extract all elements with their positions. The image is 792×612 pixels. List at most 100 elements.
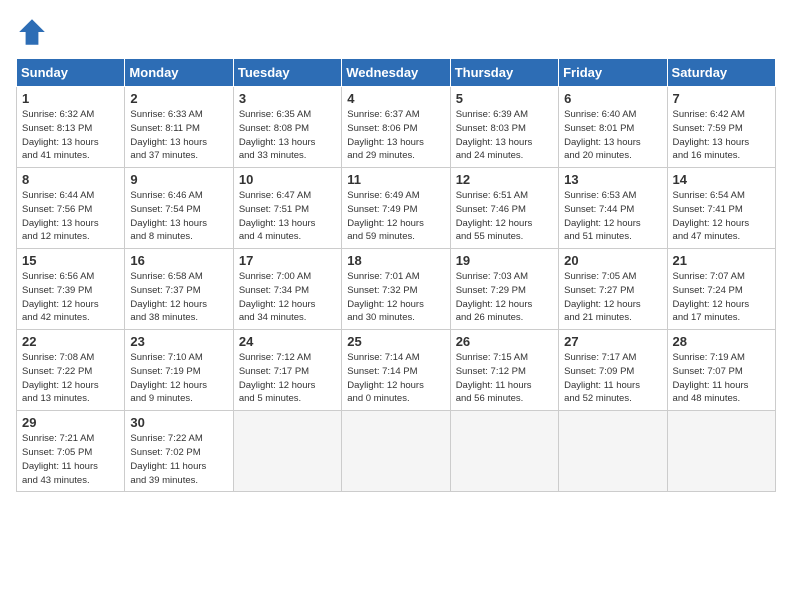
day-number: 7 [673, 91, 770, 106]
calendar-cell: 1 Sunrise: 6:32 AMSunset: 8:13 PMDaylight… [17, 87, 125, 168]
day-number: 20 [564, 253, 661, 268]
weekday-header: Sunday [17, 59, 125, 87]
cell-text: Sunrise: 6:40 AMSunset: 8:01 PMDaylight:… [564, 108, 661, 163]
calendar-cell: 27 Sunrise: 7:17 AMSunset: 7:09 PMDayligh… [559, 330, 667, 411]
day-number: 19 [456, 253, 553, 268]
calendar-cell: 10 Sunrise: 6:47 AMSunset: 7:51 PMDayligh… [233, 168, 341, 249]
calendar-cell [450, 411, 558, 492]
day-number: 30 [130, 415, 227, 430]
day-number: 4 [347, 91, 444, 106]
calendar-cell: 15 Sunrise: 6:56 AMSunset: 7:39 PMDayligh… [17, 249, 125, 330]
weekday-header: Thursday [450, 59, 558, 87]
calendar-cell: 25 Sunrise: 7:14 AMSunset: 7:14 PMDayligh… [342, 330, 450, 411]
cell-text: Sunrise: 6:44 AMSunset: 7:56 PMDaylight:… [22, 189, 119, 244]
weekday-header: Monday [125, 59, 233, 87]
calendar-cell: 30 Sunrise: 7:22 AMSunset: 7:02 PMDayligh… [125, 411, 233, 492]
cell-text: Sunrise: 6:35 AMSunset: 8:08 PMDaylight:… [239, 108, 336, 163]
calendar-cell [233, 411, 341, 492]
weekday-header: Friday [559, 59, 667, 87]
day-number: 18 [347, 253, 444, 268]
cell-text: Sunrise: 7:10 AMSunset: 7:19 PMDaylight:… [130, 351, 227, 406]
calendar-cell: 9 Sunrise: 6:46 AMSunset: 7:54 PMDaylight… [125, 168, 233, 249]
cell-text: Sunrise: 6:53 AMSunset: 7:44 PMDaylight:… [564, 189, 661, 244]
cell-text: Sunrise: 7:19 AMSunset: 7:07 PMDaylight:… [673, 351, 770, 406]
cell-text: Sunrise: 6:56 AMSunset: 7:39 PMDaylight:… [22, 270, 119, 325]
cell-text: Sunrise: 6:32 AMSunset: 8:13 PMDaylight:… [22, 108, 119, 163]
cell-text: Sunrise: 6:33 AMSunset: 8:11 PMDaylight:… [130, 108, 227, 163]
logo-icon [16, 16, 48, 48]
day-number: 11 [347, 172, 444, 187]
calendar-cell: 24 Sunrise: 7:12 AMSunset: 7:17 PMDayligh… [233, 330, 341, 411]
logo [16, 16, 52, 48]
cell-text: Sunrise: 6:49 AMSunset: 7:49 PMDaylight:… [347, 189, 444, 244]
cell-text: Sunrise: 7:07 AMSunset: 7:24 PMDaylight:… [673, 270, 770, 325]
calendar-cell: 29 Sunrise: 7:21 AMSunset: 7:05 PMDayligh… [17, 411, 125, 492]
day-number: 3 [239, 91, 336, 106]
day-number: 17 [239, 253, 336, 268]
cell-text: Sunrise: 6:58 AMSunset: 7:37 PMDaylight:… [130, 270, 227, 325]
cell-text: Sunrise: 6:37 AMSunset: 8:06 PMDaylight:… [347, 108, 444, 163]
cell-text: Sunrise: 7:21 AMSunset: 7:05 PMDaylight:… [22, 432, 119, 487]
day-number: 16 [130, 253, 227, 268]
calendar-cell: 12 Sunrise: 6:51 AMSunset: 7:46 PMDayligh… [450, 168, 558, 249]
day-number: 28 [673, 334, 770, 349]
cell-text: Sunrise: 6:39 AMSunset: 8:03 PMDaylight:… [456, 108, 553, 163]
calendar-cell: 19 Sunrise: 7:03 AMSunset: 7:29 PMDayligh… [450, 249, 558, 330]
day-number: 22 [22, 334, 119, 349]
cell-text: Sunrise: 6:54 AMSunset: 7:41 PMDaylight:… [673, 189, 770, 244]
day-number: 6 [564, 91, 661, 106]
cell-text: Sunrise: 6:51 AMSunset: 7:46 PMDaylight:… [456, 189, 553, 244]
day-number: 14 [673, 172, 770, 187]
weekday-header: Saturday [667, 59, 775, 87]
calendar-cell: 23 Sunrise: 7:10 AMSunset: 7:19 PMDayligh… [125, 330, 233, 411]
cell-text: Sunrise: 7:14 AMSunset: 7:14 PMDaylight:… [347, 351, 444, 406]
cell-text: Sunrise: 6:46 AMSunset: 7:54 PMDaylight:… [130, 189, 227, 244]
cell-text: Sunrise: 7:12 AMSunset: 7:17 PMDaylight:… [239, 351, 336, 406]
day-number: 8 [22, 172, 119, 187]
weekday-header: Wednesday [342, 59, 450, 87]
calendar-cell: 21 Sunrise: 7:07 AMSunset: 7:24 PMDayligh… [667, 249, 775, 330]
cell-text: Sunrise: 7:08 AMSunset: 7:22 PMDaylight:… [22, 351, 119, 406]
calendar-cell: 3 Sunrise: 6:35 AMSunset: 8:08 PMDaylight… [233, 87, 341, 168]
calendar-cell: 8 Sunrise: 6:44 AMSunset: 7:56 PMDaylight… [17, 168, 125, 249]
day-number: 23 [130, 334, 227, 349]
day-number: 25 [347, 334, 444, 349]
cell-text: Sunrise: 6:47 AMSunset: 7:51 PMDaylight:… [239, 189, 336, 244]
cell-text: Sunrise: 7:22 AMSunset: 7:02 PMDaylight:… [130, 432, 227, 487]
calendar-cell: 4 Sunrise: 6:37 AMSunset: 8:06 PMDaylight… [342, 87, 450, 168]
day-number: 10 [239, 172, 336, 187]
day-number: 24 [239, 334, 336, 349]
calendar-cell [667, 411, 775, 492]
day-number: 5 [456, 91, 553, 106]
day-number: 15 [22, 253, 119, 268]
day-number: 9 [130, 172, 227, 187]
cell-text: Sunrise: 7:05 AMSunset: 7:27 PMDaylight:… [564, 270, 661, 325]
calendar-cell: 22 Sunrise: 7:08 AMSunset: 7:22 PMDayligh… [17, 330, 125, 411]
page-header [16, 16, 776, 48]
calendar-cell: 16 Sunrise: 6:58 AMSunset: 7:37 PMDayligh… [125, 249, 233, 330]
day-number: 13 [564, 172, 661, 187]
day-number: 1 [22, 91, 119, 106]
calendar-cell: 2 Sunrise: 6:33 AMSunset: 8:11 PMDaylight… [125, 87, 233, 168]
day-number: 26 [456, 334, 553, 349]
day-number: 2 [130, 91, 227, 106]
cell-text: Sunrise: 7:15 AMSunset: 7:12 PMDaylight:… [456, 351, 553, 406]
calendar-cell: 14 Sunrise: 6:54 AMSunset: 7:41 PMDayligh… [667, 168, 775, 249]
calendar-cell: 6 Sunrise: 6:40 AMSunset: 8:01 PMDaylight… [559, 87, 667, 168]
calendar-cell [559, 411, 667, 492]
calendar-cell: 7Sunrise: 6:42 AMSunset: 7:59 PMDaylight… [667, 87, 775, 168]
day-number: 12 [456, 172, 553, 187]
calendar-cell: 13 Sunrise: 6:53 AMSunset: 7:44 PMDayligh… [559, 168, 667, 249]
cell-text: Sunrise: 7:00 AMSunset: 7:34 PMDaylight:… [239, 270, 336, 325]
calendar-cell: 28 Sunrise: 7:19 AMSunset: 7:07 PMDayligh… [667, 330, 775, 411]
day-number: 21 [673, 253, 770, 268]
calendar-cell: 18Sunrise: 7:01 AMSunset: 7:32 PMDayligh… [342, 249, 450, 330]
cell-text: Sunrise: 7:17 AMSunset: 7:09 PMDaylight:… [564, 351, 661, 406]
calendar-cell: 26 Sunrise: 7:15 AMSunset: 7:12 PMDayligh… [450, 330, 558, 411]
day-number: 29 [22, 415, 119, 430]
day-number: 27 [564, 334, 661, 349]
calendar-cell: 17 Sunrise: 7:00 AMSunset: 7:34 PMDayligh… [233, 249, 341, 330]
calendar-table: SundayMondayTuesdayWednesdayThursdayFrid… [16, 58, 776, 492]
calendar-cell: 5 Sunrise: 6:39 AMSunset: 8:03 PMDaylight… [450, 87, 558, 168]
cell-text: Sunrise: 7:03 AMSunset: 7:29 PMDaylight:… [456, 270, 553, 325]
